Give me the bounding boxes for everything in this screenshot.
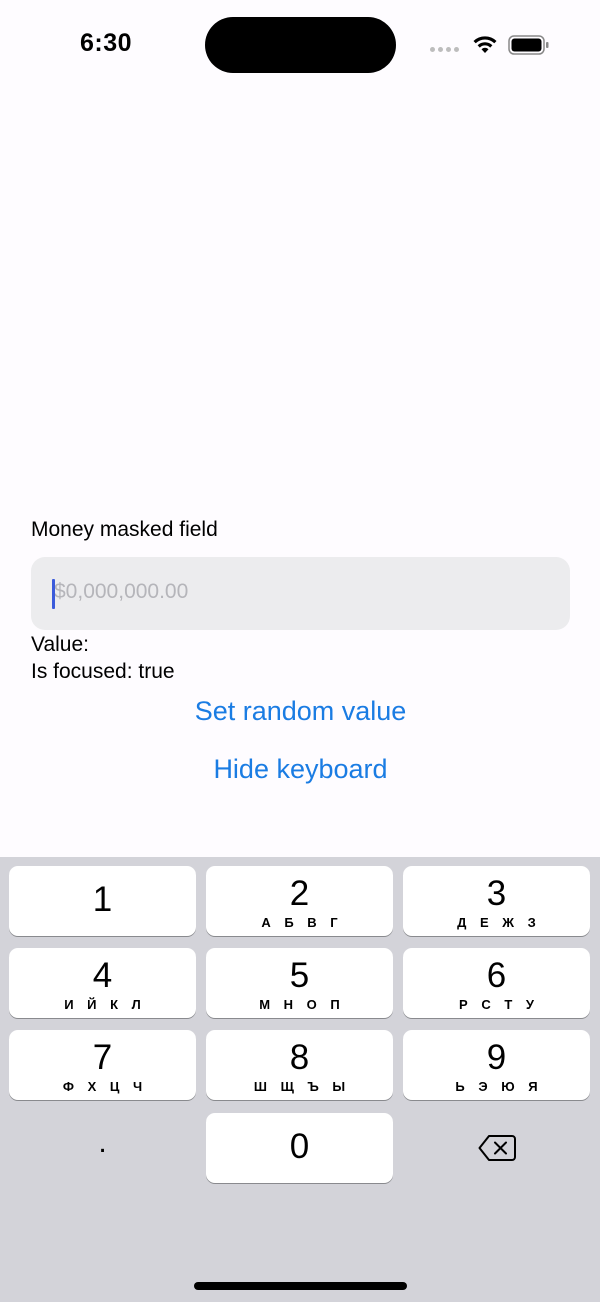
key-2[interactable]: 2 А Б В Г <box>206 866 393 936</box>
numeric-keyboard: 1 2 А Б В Г 3 Д Е Ж З 4 И Й К Л 5 М Н О … <box>0 857 600 1302</box>
key-8[interactable]: 8 Ш Щ Ъ Ы <box>206 1030 393 1100</box>
key-4[interactable]: 4 И Й К Л <box>9 948 196 1018</box>
backspace-icon <box>478 1135 516 1161</box>
text-caret <box>52 579 55 609</box>
input-placeholder: $0,000,000.00 <box>54 580 189 603</box>
key-letters: А Б В Г <box>261 915 343 930</box>
key-letters: Ь Э Ю Я <box>455 1079 543 1094</box>
key-letters: Ш Щ Ъ Ы <box>253 1079 351 1094</box>
wifi-icon <box>473 36 497 53</box>
key-1[interactable]: 1 <box>9 866 196 936</box>
money-input-field[interactable]: $0,000,000.00 <box>31 557 570 630</box>
key-decimal-point[interactable]: . <box>9 1113 196 1183</box>
key-digit: 7 <box>92 1038 113 1077</box>
battery-icon <box>508 35 549 55</box>
key-digit: 8 <box>289 1038 310 1077</box>
key-letters: И Й К Л <box>64 997 146 1012</box>
key-9[interactable]: 9 Ь Э Ю Я <box>403 1030 590 1100</box>
backspace-key[interactable] <box>403 1113 590 1183</box>
key-digit: 3 <box>486 874 507 913</box>
hide-keyboard-button[interactable]: Hide keyboard <box>31 751 570 787</box>
status-time: 6:30 <box>80 29 133 57</box>
key-digit: 6 <box>486 956 507 995</box>
field-label: Money masked field <box>31 518 218 541</box>
key-digit: 9 <box>486 1038 507 1077</box>
dynamic-island <box>205 17 396 73</box>
key-6[interactable]: 6 Р С Т У <box>403 948 590 1018</box>
key-5[interactable]: 5 М Н О П <box>206 948 393 1018</box>
key-letters: Д Е Ж З <box>457 915 541 930</box>
money-form: Money masked field $0,000,000.00 Value: … <box>31 516 570 787</box>
key-digit: 0 <box>289 1127 310 1166</box>
key-digit: 5 <box>289 956 310 995</box>
value-label: Value: <box>31 633 89 656</box>
key-0[interactable]: 0 <box>206 1113 393 1183</box>
cellular-signal-icon <box>430 47 459 52</box>
key-3[interactable]: 3 Д Е Ж З <box>403 866 590 936</box>
key-digit: 1 <box>92 880 113 919</box>
key-digit: 4 <box>92 956 113 995</box>
key-7[interactable]: 7 Ф Х Ц Ч <box>9 1030 196 1100</box>
focused-label: Is focused: true <box>31 660 175 683</box>
key-letters: Р С Т У <box>459 997 539 1012</box>
set-random-value-button[interactable]: Set random value <box>31 693 570 729</box>
key-digit: 2 <box>289 874 310 913</box>
status-bar: 6:30 <box>0 0 600 90</box>
home-indicator[interactable] <box>194 1282 407 1290</box>
key-letters: М Н О П <box>259 997 345 1012</box>
key-letters: Ф Х Ц Ч <box>62 1079 148 1094</box>
